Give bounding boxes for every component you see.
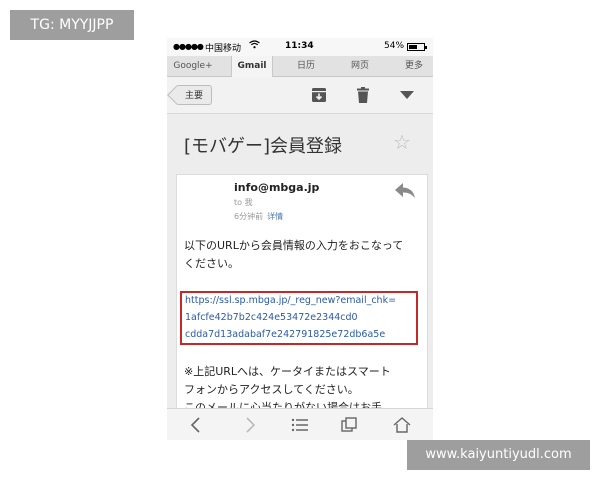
tab-google-plus[interactable]: Google+ — [171, 56, 215, 76]
tabs-icon[interactable] — [339, 415, 361, 435]
body-line: ください。 — [184, 257, 239, 270]
top-left-tag: TG: MYYJJPP — [10, 10, 134, 40]
body-line: 以下のURLから会員情報の入力をおこなって — [184, 239, 404, 252]
signal-strength: ●●●●● — [173, 42, 204, 51]
dropdown-icon[interactable] — [397, 85, 417, 105]
phone-screen: ●●●●● 中国移动 11:34 54% Google+ Gmail 日历 网页… — [167, 38, 433, 440]
bottom-right-tag: www.kaiyuntiyudl.com — [407, 440, 590, 470]
link-line[interactable]: https://ssl.sp.mbga.jp/_reg_new?email_ch… — [185, 295, 396, 306]
tab-more[interactable]: 更多 — [399, 56, 429, 76]
registration-link[interactable]: https://ssl.sp.mbga.jp/_reg_new?email_ch… — [180, 291, 418, 345]
trash-icon[interactable] — [353, 85, 373, 105]
tab-web[interactable]: 网页 — [345, 56, 375, 76]
email-body: 以下のURLから会員情報の入力をおこなって ください。 — [184, 237, 419, 273]
carrier-label: 中国移动 — [205, 44, 242, 54]
forward-arrow-icon[interactable] — [239, 415, 261, 435]
time-ago: 6分钟前 — [234, 212, 264, 221]
archive-icon[interactable] — [309, 85, 329, 105]
menu-icon[interactable] — [289, 415, 311, 435]
status-bar: ●●●●● 中国移动 11:34 54% — [167, 38, 433, 56]
back-arrow-icon[interactable] — [185, 415, 207, 435]
sender-address[interactable]: info@mbga.jp — [234, 181, 319, 194]
details-link[interactable]: 详情 — [267, 212, 283, 221]
body-line: ※上記URLへは、ケータイまたはスマート — [184, 365, 391, 378]
tab-calendar[interactable]: 日历 — [291, 56, 321, 76]
email-card: info@mbga.jp to 我 6分钟前 详情 以下のURLから会員情報の入力… — [176, 174, 428, 440]
back-button-label: 主要 — [184, 91, 203, 101]
back-button[interactable]: 主要 — [176, 85, 212, 105]
battery-percent: 54% — [384, 41, 405, 51]
tab-gmail[interactable]: Gmail — [231, 56, 273, 77]
reply-icon[interactable] — [393, 181, 417, 201]
app-tabs: Google+ Gmail 日历 网页 更多 — [167, 56, 433, 77]
email-meta: 6分钟前 详情 — [234, 211, 283, 222]
body-line: フォンからアクセスしてください。 — [184, 383, 359, 396]
clock: 11:34 — [285, 41, 314, 51]
email-subject: [モバゲー]会員登録 — [184, 136, 343, 157]
recipient-line: to 我 — [234, 198, 253, 207]
battery-icon — [407, 43, 427, 51]
wifi-icon — [249, 40, 260, 52]
browser-bottom-bar — [167, 408, 433, 440]
star-icon[interactable]: ☆ — [393, 130, 411, 154]
home-icon[interactable] — [391, 415, 413, 435]
link-line[interactable]: 1afcfe42b7b2c424e53472e2344cd0 — [185, 312, 358, 323]
email-toolbar: 主要 — [167, 77, 433, 114]
link-line[interactable]: cdda7d13adabaf7e242791825e72db6a5e — [185, 329, 385, 340]
